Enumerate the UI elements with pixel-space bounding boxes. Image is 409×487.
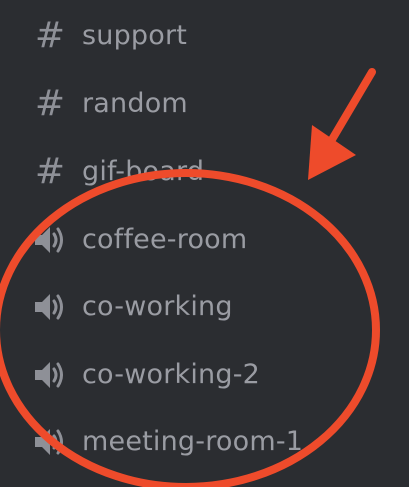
channel-random[interactable]: # random [0, 74, 409, 134]
speaker-icon [30, 355, 70, 395]
hash-icon: # [34, 83, 66, 124]
voice-channel-meeting-room-1[interactable]: meeting-room-1 [0, 412, 409, 472]
voice-channel-co-working[interactable]: co-working [0, 277, 409, 337]
channel-name: co-working-2 [82, 359, 261, 390]
channel-name: random [82, 88, 188, 119]
speaker-icon [30, 220, 70, 260]
channel-name: coffee-room [82, 224, 248, 255]
channel-gif-board[interactable]: # gif-board [0, 142, 409, 202]
channel-name: gif-board [82, 156, 205, 187]
voice-channel-coffee-room[interactable]: coffee-room [0, 210, 409, 270]
channel-name: support [82, 20, 188, 51]
channel-sidebar: # support # random # gif-board coffee-ro… [0, 0, 409, 487]
voice-channel-co-working-2[interactable]: co-working-2 [0, 345, 409, 405]
channel-name: co-working [82, 291, 233, 322]
speaker-icon [30, 422, 70, 462]
hash-icon: # [34, 15, 66, 56]
channel-support[interactable]: # support [0, 6, 409, 66]
channel-name: meeting-room-1 [82, 426, 304, 457]
hash-icon: # [34, 151, 66, 192]
speaker-icon [30, 287, 70, 327]
